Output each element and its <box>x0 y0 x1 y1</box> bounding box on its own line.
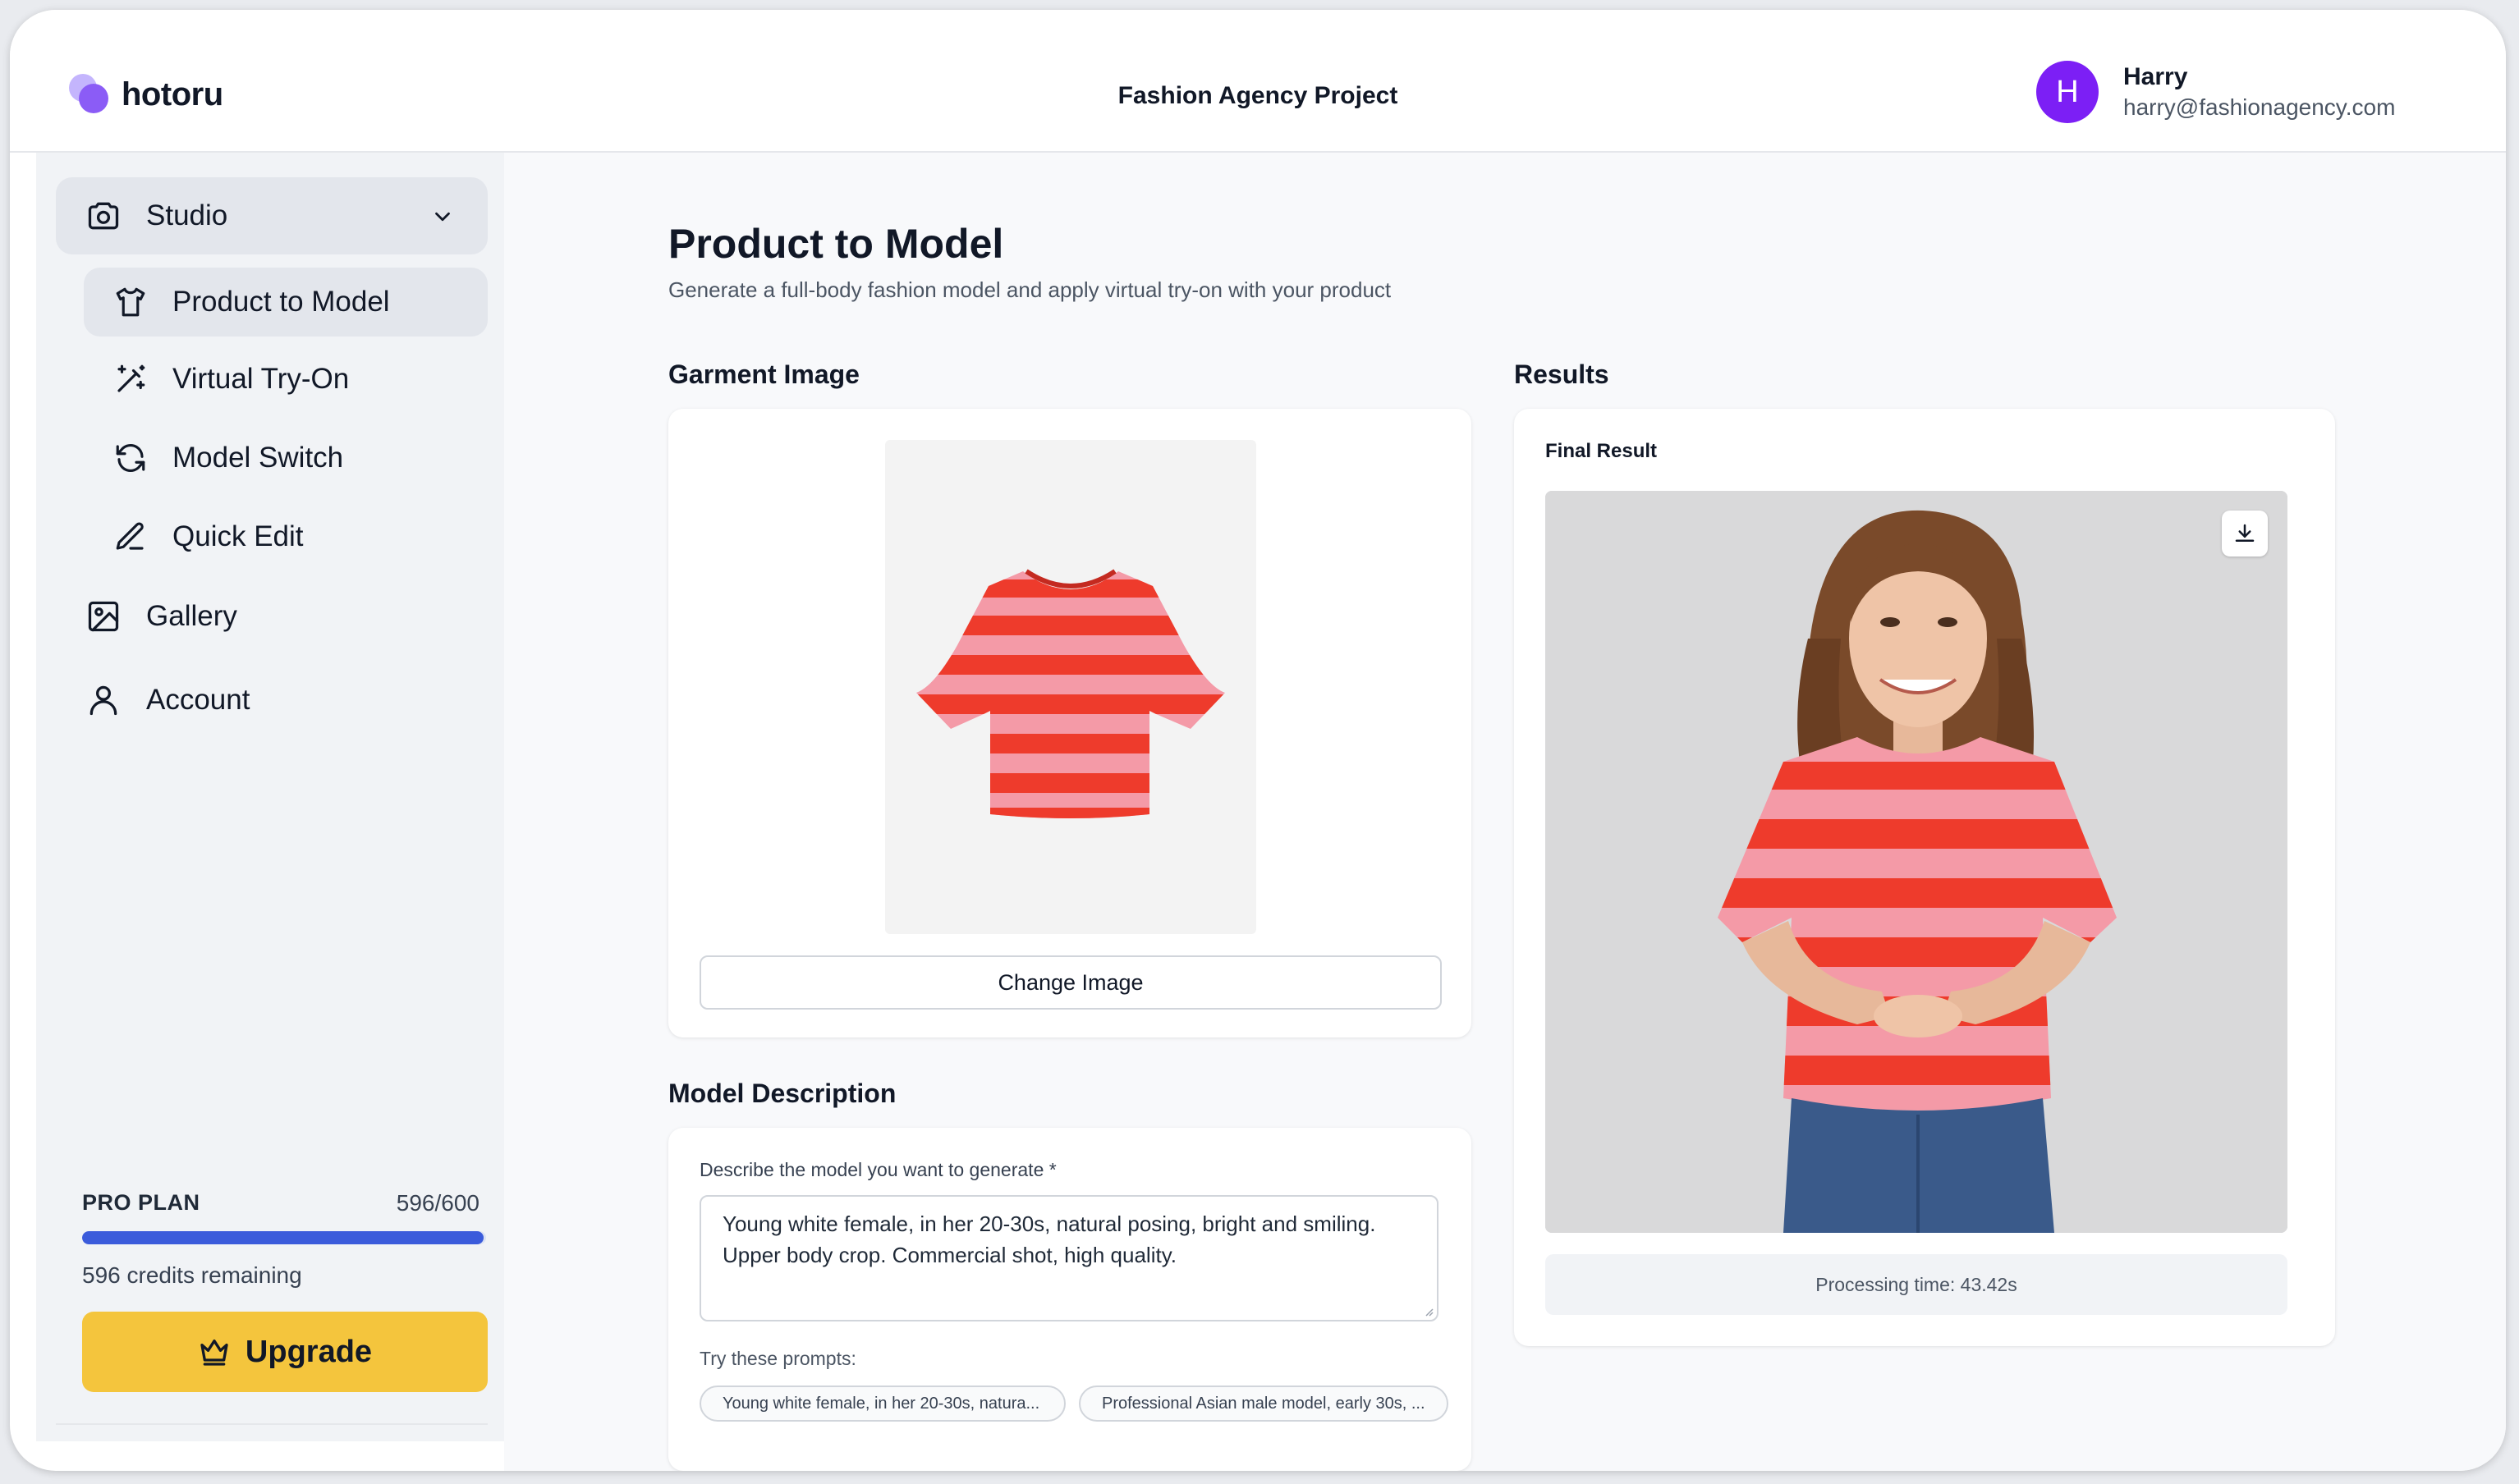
sidebar-item-label: Quick Edit <box>172 520 304 552</box>
page-title: Product to Model <box>668 221 1004 267</box>
change-image-button[interactable]: Change Image <box>700 955 1442 1010</box>
camera-icon <box>88 202 119 230</box>
download-button[interactable] <box>2222 511 2268 556</box>
sidebar-item-label: Account <box>146 684 250 716</box>
results-heading: Results <box>1514 360 1609 389</box>
prompt-chip[interactable]: Professional Asian male model, early 30s… <box>1079 1386 1448 1422</box>
results-card: Final Result Processing time: 43.42s <box>1514 409 2335 1346</box>
sidebar-item-label: Product to Model <box>172 286 390 318</box>
refresh-icon <box>116 444 145 472</box>
sidebar-item-virtual-try-on[interactable]: Virtual Try-On <box>84 345 488 414</box>
sidebar-item-label: Gallery <box>146 600 237 632</box>
top-bar: hotoru Fashion Agency Project H Harry ha… <box>10 10 2506 153</box>
prompt-chip[interactable]: Young white female, in her 20-30s, natur… <box>700 1386 1066 1422</box>
crown-icon <box>200 1340 228 1366</box>
sidebar-item-gallery[interactable]: Gallery <box>56 579 488 653</box>
model-description-card: Describe the model you want to generate … <box>668 1128 1471 1471</box>
result-image[interactable] <box>1545 491 2287 1233</box>
sidebar-item-quick-edit[interactable]: Quick Edit <box>84 502 488 571</box>
processing-time: Processing time: 43.42s <box>1545 1254 2287 1315</box>
try-prompts-label: Try these prompts: <box>700 1348 856 1369</box>
main-content: Product to Model Generate a full-body fa… <box>504 153 2506 1471</box>
user-icon <box>89 685 117 716</box>
user-menu[interactable]: H Harry harry@fashionagency.com <box>2036 61 2395 123</box>
description-label: Describe the model you want to generate … <box>700 1159 1057 1180</box>
shirt-icon <box>116 287 145 317</box>
pencil-icon <box>116 522 144 550</box>
sidebar-item-label: Model Switch <box>172 442 344 474</box>
upgrade-label: Upgrade <box>245 1334 373 1369</box>
garment-card: Change Image <box>668 409 1471 1037</box>
download-icon <box>2235 524 2255 542</box>
resize-handle-icon[interactable] <box>1422 1305 1434 1317</box>
avatar[interactable]: H <box>2036 61 2099 123</box>
app-window: hotoru Fashion Agency Project H Harry ha… <box>10 10 2506 1471</box>
credits-remaining: 596 credits remaining <box>82 1262 302 1288</box>
plan-usage: 596/600 <box>396 1190 479 1216</box>
garment-heading: Garment Image <box>668 360 860 389</box>
sidebar-item-product-to-model[interactable]: Product to Model <box>84 268 488 337</box>
model-description-heading: Model Description <box>668 1079 897 1108</box>
description-text: Young white female, in her 20-30s, natur… <box>723 1211 1376 1267</box>
garment-image[interactable] <box>885 440 1256 934</box>
page-subtitle: Generate a full-body fashion model and a… <box>668 277 1392 302</box>
sidebar: Studio Product to Model Virtual Try-On M… <box>36 153 504 1441</box>
model-description-input[interactable]: Young white female, in her 20-30s, natur… <box>700 1195 1438 1321</box>
sidebar-divider <box>56 1423 488 1425</box>
user-email: harry@fashionagency.com <box>2123 94 2396 120</box>
upgrade-button[interactable]: Upgrade <box>82 1312 488 1392</box>
sidebar-item-label: Virtual Try-On <box>172 363 350 395</box>
magic-wand-icon <box>117 364 145 392</box>
sidebar-item-account[interactable]: Account <box>56 663 488 737</box>
user-name: Harry <box>2123 63 2188 90</box>
credits-progress-fill <box>82 1231 484 1244</box>
credits-progress-bar <box>82 1231 486 1244</box>
plan-name: PRO PLAN <box>82 1190 200 1215</box>
sidebar-item-studio[interactable]: Studio <box>56 177 488 254</box>
final-result-label: Final Result <box>1545 440 1658 462</box>
image-icon <box>88 601 119 632</box>
sidebar-item-label: Studio <box>146 199 228 231</box>
chevron-down-icon[interactable] <box>430 204 455 229</box>
sidebar-item-model-switch[interactable]: Model Switch <box>84 424 488 492</box>
